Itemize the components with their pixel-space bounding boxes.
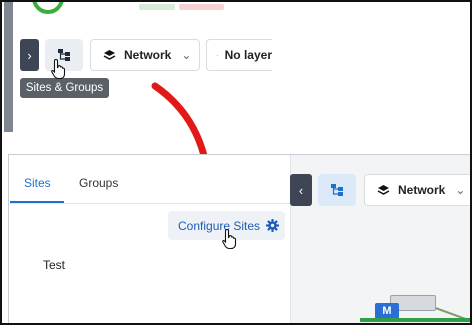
layer-box-icon (217, 54, 218, 56)
chevron-right-icon: › (27, 47, 32, 63)
chevron-left-icon: ‹ (298, 182, 304, 198)
layer-dropdown[interactable]: No layer (206, 39, 272, 71)
network-label: Network (124, 48, 172, 62)
status-pill-red (179, 4, 224, 10)
hand-cursor-icon (222, 228, 237, 250)
device-badge: M (375, 303, 399, 319)
expand-panel-button[interactable]: › (20, 39, 39, 71)
status-line (360, 318, 470, 322)
site-tree-icon (331, 184, 343, 196)
layer-label: No layer (224, 48, 272, 62)
collapse-panel-button[interactable]: ‹ (290, 174, 312, 206)
tab-groups[interactable]: Groups (79, 176, 118, 190)
chevron-down-icon: ⌄ (455, 183, 466, 197)
site-list-item[interactable]: Test (43, 258, 65, 272)
network-dropdown[interactable]: Network ⌄ (90, 39, 200, 71)
layers-icon (103, 49, 116, 60)
tabs-divider (10, 203, 290, 204)
sites-groups-tooltip: Sites & Groups (20, 78, 109, 98)
status-pill-green (139, 4, 175, 10)
tab-sites[interactable]: Sites (24, 176, 51, 190)
chevron-down-icon: ⌄ (181, 48, 192, 62)
network-dropdown[interactable]: Network ⌄ (364, 174, 472, 206)
sites-groups-button-active[interactable] (318, 174, 356, 206)
layers-icon (377, 184, 390, 195)
left-scroll-bar (4, 0, 13, 132)
network-label: Network (398, 183, 446, 197)
configure-sites-label: Configure Sites (178, 218, 261, 233)
hand-cursor-icon (51, 58, 66, 80)
gear-icon (266, 219, 280, 232)
